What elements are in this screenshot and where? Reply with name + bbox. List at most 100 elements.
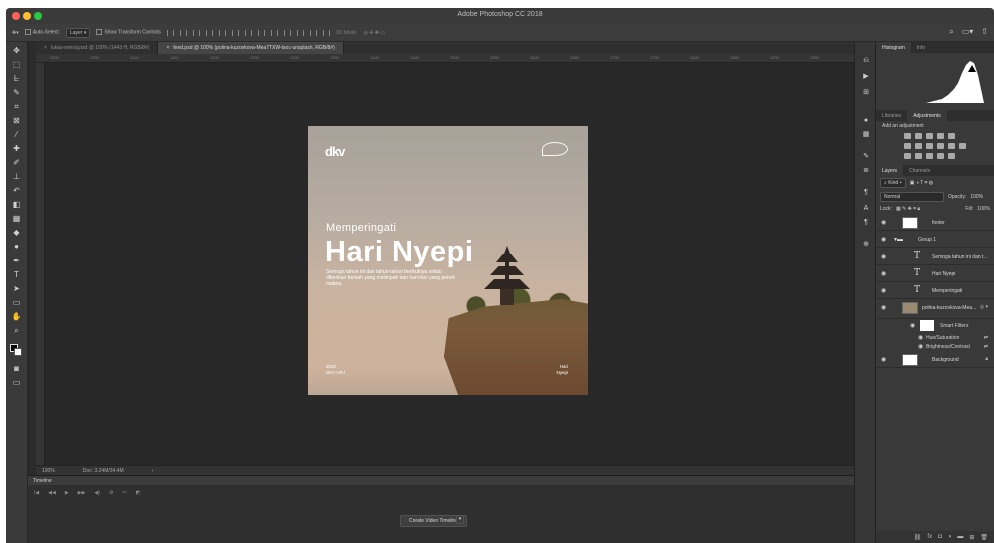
align-bottom-icon[interactable]	[192, 29, 200, 36]
tab-layers[interactable]: Layers	[876, 165, 904, 176]
layer-row[interactable]: ◉ T Hari Nyepi	[876, 265, 994, 282]
visibility-eye-icon[interactable]: ◉	[881, 356, 886, 363]
quick-select-tool-icon[interactable]: ✎	[11, 88, 22, 98]
filter-row[interactable]: ◉ Brightness/Contrast ⇄	[876, 342, 994, 351]
tab-histogram[interactable]: Histogram	[876, 42, 911, 53]
hand-tool-icon[interactable]: ✋	[11, 312, 22, 322]
smart-object-badge-icon[interactable]: ◎ ▾	[980, 304, 988, 310]
screen-mode-icon[interactable]: ▭	[11, 378, 22, 388]
channel-mixer-icon[interactable]	[959, 143, 966, 149]
posterize-icon[interactable]	[915, 153, 922, 159]
threshold-icon[interactable]	[926, 153, 933, 159]
align-center-icon[interactable]	[218, 29, 226, 36]
kind-filter-dropdown[interactable]: ⌕ Kind ▾	[880, 178, 906, 188]
transition-icon[interactable]: ◩	[136, 490, 141, 496]
gradient-map-triangle-icon[interactable]	[948, 133, 955, 139]
layer-row[interactable]: ◉ Background 🔒︎	[876, 351, 994, 368]
gradient-map-icon[interactable]	[948, 153, 955, 159]
distribute-middle-icon[interactable]	[257, 29, 265, 36]
character-icon[interactable]: A	[861, 204, 871, 213]
next-frame-icon[interactable]: ▶▶	[78, 490, 86, 496]
patterns-icon[interactable]: ≣	[861, 166, 871, 175]
new-group-icon[interactable]: ▬	[957, 534, 963, 540]
vertical-ruler[interactable]	[36, 63, 45, 465]
crop-tool-icon[interactable]: ⌗	[11, 102, 22, 112]
settings-icon[interactable]: ⚙	[109, 490, 113, 496]
shape-tool-icon[interactable]: ▭	[11, 298, 22, 308]
filter-options-icon[interactable]: ⇄	[984, 344, 988, 350]
hue-saturation-icon[interactable]	[915, 143, 922, 149]
align-top-icon[interactable]	[166, 29, 174, 36]
dodge-tool-icon[interactable]: ●	[11, 242, 22, 252]
play-icon[interactable]: ▶	[65, 490, 69, 496]
history-icon[interactable]: ⎌	[861, 56, 871, 65]
delete-layer-icon[interactable]: 🗑︎	[980, 534, 988, 541]
auto-select-dropdown[interactable]: Layer ▾	[65, 27, 91, 38]
timeline-options-dropdown[interactable]: ▾	[456, 515, 464, 524]
smart-filters-row[interactable]: ◉ Smart Filters	[876, 319, 994, 333]
close-tab-icon[interactable]: ×	[166, 45, 169, 51]
vibrance-icon[interactable]	[904, 143, 911, 149]
horizontal-ruler[interactable]: 1000 1050 1100 1150 1200 1250 1300 1350 …	[36, 54, 854, 63]
paragraph-styles-icon[interactable]: ¶	[861, 188, 871, 197]
search-icon[interactable]: ⌕	[949, 27, 953, 37]
distribute-top-icon[interactable]	[244, 29, 252, 36]
tab-adjustments[interactable]: Adjustments	[907, 110, 947, 121]
transform-controls-checkbox[interactable]: Show Transform Controls	[96, 29, 161, 36]
fill-value[interactable]: 100%	[977, 206, 990, 212]
close-tab-icon[interactable]: ×	[44, 45, 47, 51]
link-layers-icon[interactable]: ⛓	[914, 534, 922, 541]
tab-libraries[interactable]: Libraries	[876, 110, 907, 121]
invert-icon[interactable]	[904, 153, 911, 159]
layer-row[interactable]: ◉ ▾▬ Group 1	[876, 231, 994, 248]
frame-tool-icon[interactable]: ⊠	[11, 116, 22, 126]
distribute-right-icon[interactable]	[309, 29, 317, 36]
move-tool-icon[interactable]: ✥	[11, 46, 22, 56]
3d-tools-icon[interactable]: ◎ ✣ ✥ ▭	[363, 30, 385, 36]
distribute-bottom-icon[interactable]	[270, 29, 278, 36]
zoom-level[interactable]: 100%	[42, 468, 55, 474]
properties-icon[interactable]: ⊞	[861, 88, 871, 97]
layer-row[interactable]: ◉ polina-kuzovkova-Mea... ◎ ▾	[876, 299, 994, 319]
marquee-tool-icon[interactable]: ⬚	[11, 60, 22, 70]
visibility-eye-icon[interactable]: ◉	[881, 304, 886, 311]
swatches-icon[interactable]: ▦	[861, 130, 871, 139]
visibility-eye-icon[interactable]: ◉	[918, 334, 923, 341]
new-layer-icon[interactable]: ⊞	[969, 534, 974, 541]
history-brush-tool-icon[interactable]: ↶	[11, 186, 22, 196]
status-menu-arrow-icon[interactable]: ›	[152, 468, 154, 474]
gradient-tool-icon[interactable]: ▦	[11, 214, 22, 224]
visibility-eye-icon[interactable]: ◉	[881, 253, 886, 260]
align-left-icon[interactable]	[205, 29, 213, 36]
filter-icons[interactable]: ▣ ◑ T ⌗ ◍	[910, 180, 933, 186]
tab-channels[interactable]: Channels	[903, 165, 936, 176]
filter-options-icon[interactable]: ⇄	[984, 335, 988, 341]
distribute-center-icon[interactable]	[296, 29, 304, 36]
curves-icon[interactable]	[926, 133, 933, 139]
blend-mode-dropdown[interactable]: Normal	[880, 192, 944, 202]
visibility-eye-icon[interactable]: ◉	[881, 270, 886, 277]
tab-info[interactable]: Info	[911, 42, 931, 53]
blur-tool-icon[interactable]: ◆	[11, 228, 22, 238]
first-frame-icon[interactable]: |◀	[34, 490, 39, 496]
selective-color-icon[interactable]	[937, 153, 944, 159]
layer-row[interactable]: ◉ footer	[876, 214, 994, 231]
move-tool-preset-icon[interactable]: ✥▾	[12, 30, 19, 36]
eyedropper-tool-icon[interactable]: ⁄	[11, 130, 22, 140]
audio-icon[interactable]: ◀)	[94, 490, 100, 496]
levels-icon[interactable]	[915, 133, 922, 139]
add-mask-icon[interactable]: ◘	[938, 534, 942, 540]
eraser-tool-icon[interactable]: ◧	[11, 200, 22, 210]
paragraph-icon[interactable]: ¶	[861, 218, 871, 227]
color-balance-icon[interactable]	[926, 143, 933, 149]
canvas-area[interactable]: dkv Memperingati Hari Nyepi Semoga tahun…	[45, 63, 854, 465]
color-icon[interactable]: ●	[861, 116, 871, 125]
visibility-eye-icon[interactable]: ◉	[918, 343, 923, 350]
visibility-eye-icon[interactable]: ◉	[910, 322, 915, 329]
lock-icons[interactable]: ▦ ✎ ✥ ⌗ 🔒︎	[896, 206, 920, 212]
black-white-icon[interactable]	[937, 143, 944, 149]
photo-filter-icon[interactable]	[948, 143, 955, 149]
new-adjustment-icon[interactable]: ◑	[948, 534, 952, 540]
pen-tool-icon[interactable]: ✒	[11, 256, 22, 266]
auto-align-icon[interactable]	[322, 29, 330, 36]
